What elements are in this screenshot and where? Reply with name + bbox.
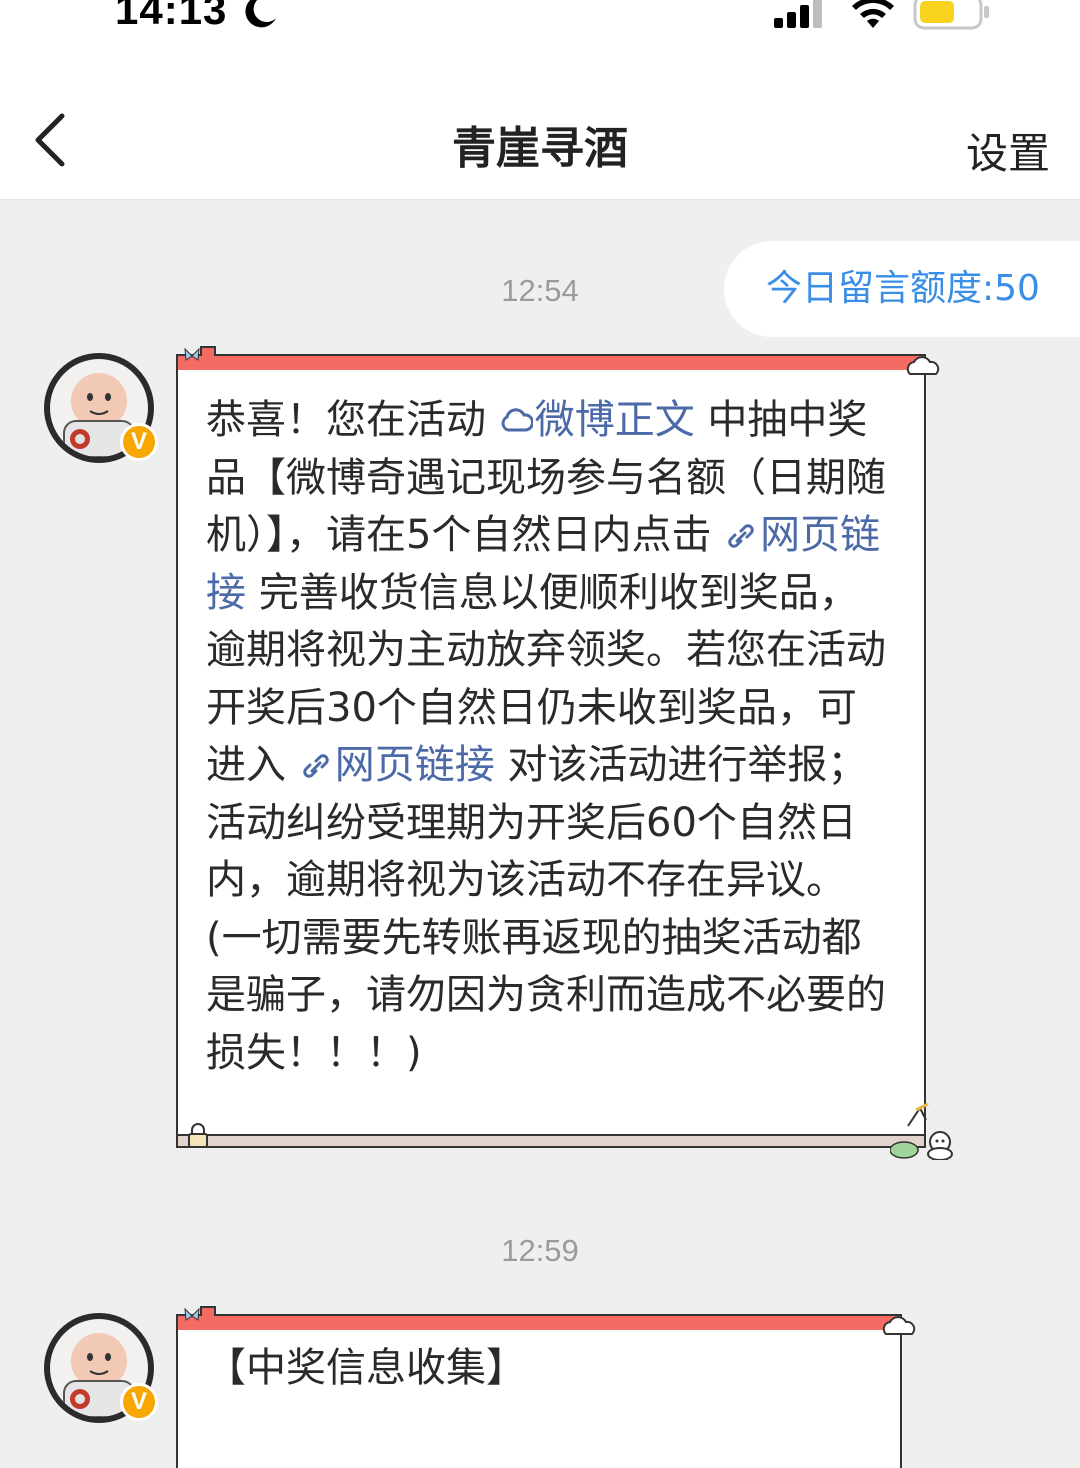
- avatar[interactable]: V: [44, 353, 158, 463]
- avatar[interactable]: V: [44, 1313, 158, 1423]
- message-segment: 对该活动进行举报；活动纠纷受理期为开奖后60个自然日内，逾期将视为该活动不存在异…: [206, 742, 886, 1076]
- chat-area[interactable]: 今日留言额度:50 12:54 V 恭喜！您在活动 微博正文 中抽中奖品【微博奇…: [0, 201, 1080, 1468]
- link-label: 微博正文: [534, 397, 695, 443]
- message-link[interactable]: 网页链接: [299, 742, 495, 788]
- butterfly-icon: [184, 1307, 200, 1321]
- butterfly-icon: [184, 347, 200, 361]
- status-bar: 14:13: [0, 0, 1080, 70]
- lock-icon: [188, 1123, 208, 1148]
- message-link[interactable]: 微博正文: [499, 397, 695, 443]
- nav-bar: 青崖寻酒 设置: [0, 70, 1080, 200]
- cloud-icon: [882, 1316, 916, 1335]
- cloud-icon: [906, 356, 940, 375]
- puppy-icon: [890, 1102, 953, 1160]
- signal-icon: [774, 0, 822, 28]
- page-title: 青崖寻酒: [452, 123, 628, 174]
- message-bubble[interactable]: 【中奖信息收集】: [176, 1306, 916, 1468]
- link-label: 网页链接: [334, 742, 495, 788]
- verified-badge: V: [120, 423, 158, 461]
- message-bubble[interactable]: 恭喜！您在活动 微博正文 中抽中奖品【微博奇遇记现场参与名额（日期随机）】，请在…: [176, 346, 953, 1160]
- message-segment: 恭喜！您在活动: [206, 397, 499, 443]
- status-time: 14:13: [115, 0, 228, 33]
- settings-button[interactable]: 设置: [966, 120, 1050, 181]
- verified-badge: V: [120, 1383, 158, 1421]
- message-timestamp: 12:59: [501, 1233, 579, 1268]
- message-text: 【中奖信息收集】: [206, 1345, 526, 1391]
- message-text: 恭喜！您在活动 微博正文 中抽中奖品【微博奇遇记现场参与名额（日期随机）】，请在…: [178, 370, 924, 1112]
- link-icon: [724, 512, 760, 558]
- wifi-icon: [852, 0, 894, 28]
- battery-icon: [913, 0, 989, 30]
- moon-icon: [245, 0, 276, 28]
- message-timestamp: 12:54: [501, 273, 579, 308]
- link-icon: [299, 742, 335, 788]
- weibo-icon: [499, 397, 535, 443]
